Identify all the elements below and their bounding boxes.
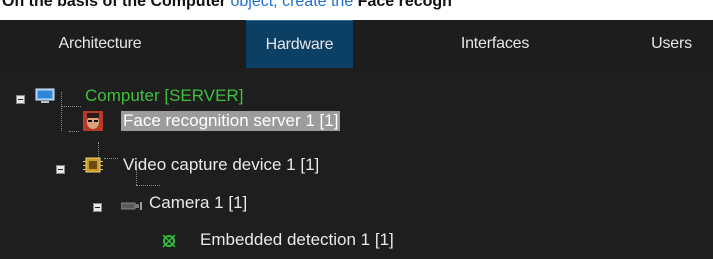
tab-architecture[interactable]: Architecture [0, 20, 200, 68]
tree-connector [136, 185, 160, 186]
tree-node-video-capture-device-label: Video capture device 1 [1] [123, 155, 320, 174]
collapse-toggle-computer[interactable] [16, 95, 25, 104]
tree-connector [69, 131, 79, 132]
detection-icon [160, 232, 178, 255]
tree-node-camera-label: Camera 1 [1] [149, 193, 248, 212]
tree-node-camera[interactable]: Camera 1 [1] [120, 190, 249, 217]
hardware-tree: Computer [SERVER] Face recognition serve… [0, 68, 713, 259]
tab-architecture-label: Architecture [58, 35, 142, 52]
collapse-toggle-camera[interactable] [93, 203, 102, 212]
instruction-object-name: Computer [150, 0, 227, 10]
tab-users[interactable]: Users [630, 20, 713, 68]
instruction-text: On the basis of the Computer object, cre… [0, 0, 713, 20]
tree-node-face-recognition-server-label: Face recognition server 1 [1] [121, 111, 341, 131]
tab-bar: Architecture Hardware Interfaces Users [0, 20, 713, 68]
camera-icon [120, 197, 143, 217]
instruction-prefix: On the basis of the [2, 0, 151, 10]
tree-node-face-recognition-server[interactable]: Face recognition server 1 [1] [83, 108, 341, 136]
tab-hardware-label: Hardware [265, 35, 334, 53]
face-avatar-icon [83, 111, 103, 136]
tab-users-label: Users [651, 35, 692, 52]
instruction-target: Face recogn [357, 0, 452, 10]
monitor-icon [35, 88, 55, 109]
tree-node-computer[interactable]: Computer [SERVER] [35, 83, 245, 109]
tab-hardware[interactable]: Hardware [246, 20, 353, 68]
chip-icon [83, 156, 103, 179]
tab-interfaces[interactable]: Interfaces [405, 20, 585, 68]
tree-node-embedded-detection-label: Embedded detection 1 [1] [200, 230, 394, 249]
tree-node-video-capture-device[interactable]: Video capture device 1 [1] [83, 152, 321, 178]
instruction-middle: object, create the [226, 0, 358, 10]
collapse-toggle-video-capture[interactable] [56, 165, 65, 174]
tree-node-computer-label: Computer [SERVER] [85, 86, 244, 105]
tab-interfaces-label: Interfaces [460, 35, 530, 52]
tree-node-embedded-detection[interactable]: Embedded detection 1 [1] [160, 227, 396, 253]
